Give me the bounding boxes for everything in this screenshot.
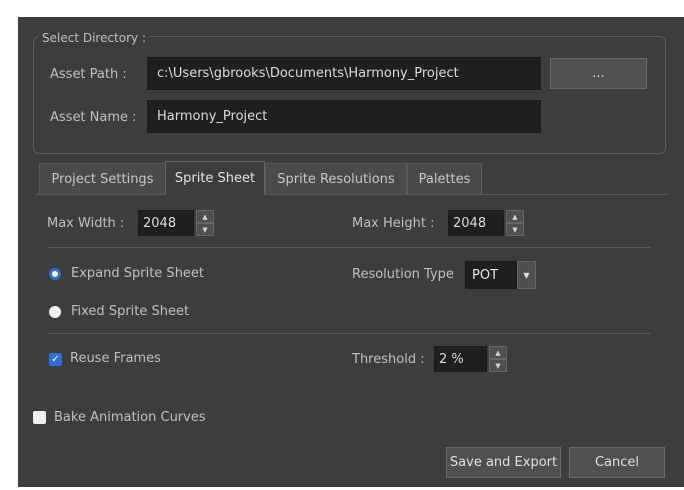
browse-button[interactable]: ... (550, 58, 647, 89)
cancel-button[interactable]: Cancel (569, 447, 665, 478)
checkmark-icon: ✓ (51, 353, 60, 365)
expand-sprite-sheet-label[interactable]: Expand Sprite Sheet (71, 266, 204, 281)
max-height-input[interactable]: 2048 (448, 210, 504, 236)
tab-project-settings[interactable]: Project Settings (39, 163, 166, 194)
resolution-type-value[interactable]: POT (465, 261, 517, 289)
asset-name-field[interactable]: Harmony_Project (147, 100, 541, 133)
resolution-type-dropdown[interactable]: POT ▼ (465, 261, 536, 289)
max-height-label: Max Height : (352, 216, 435, 231)
threshold-stepper: ▲ ▼ (489, 346, 507, 372)
max-width-down-icon[interactable]: ▼ (196, 223, 214, 236)
max-width-up-icon[interactable]: ▲ (196, 210, 214, 223)
chevron-down-icon[interactable]: ▼ (517, 261, 536, 289)
select-directory-group (33, 36, 666, 154)
reuse-frames-label[interactable]: Reuse Frames (70, 351, 161, 366)
max-height-spinbox: 2048 ▲ ▼ (448, 210, 524, 236)
resolution-type-label: Resolution Type (352, 267, 454, 282)
threshold-up-icon[interactable]: ▲ (489, 346, 507, 359)
separator (48, 333, 650, 334)
max-height-down-icon[interactable]: ▼ (506, 223, 524, 236)
select-directory-title: Select Directory : (38, 31, 150, 45)
max-width-spinbox: 2048 ▲ ▼ (138, 210, 214, 236)
tab-sprite-resolutions[interactable]: Sprite Resolutions (265, 163, 407, 194)
threshold-down-icon[interactable]: ▼ (489, 359, 507, 372)
tab-palettes[interactable]: Palettes (407, 163, 482, 194)
separator (48, 247, 650, 248)
fixed-sprite-sheet-radio[interactable] (49, 306, 61, 318)
threshold-label: Threshold : (352, 352, 425, 367)
max-width-input[interactable]: 2048 (138, 210, 194, 236)
tab-sprite-sheet[interactable]: Sprite Sheet (165, 161, 265, 195)
tab-baseline (35, 194, 667, 195)
threshold-spinbox: 2 % ▲ ▼ (434, 346, 507, 372)
max-width-label: Max Width : (47, 216, 125, 231)
bake-animation-curves-label[interactable]: Bake Animation Curves (54, 410, 206, 425)
threshold-input[interactable]: 2 % (434, 346, 487, 372)
asset-path-field[interactable]: c:\Users\gbrooks\Documents\Harmony_Proje… (147, 57, 541, 90)
fixed-sprite-sheet-label[interactable]: Fixed Sprite Sheet (71, 304, 189, 319)
max-width-stepper: ▲ ▼ (196, 210, 214, 236)
asset-path-label: Asset Path : (50, 67, 127, 82)
reuse-frames-checkbox[interactable]: ✓ (49, 353, 62, 366)
export-dialog: Select Directory : Asset Path : c:\Users… (18, 17, 684, 487)
max-height-up-icon[interactable]: ▲ (506, 210, 524, 223)
bake-animation-curves-checkbox[interactable] (33, 411, 46, 424)
asset-name-label: Asset Name : (50, 110, 137, 125)
save-and-export-button[interactable]: Save and Export (446, 447, 561, 478)
max-height-stepper: ▲ ▼ (506, 210, 524, 236)
expand-sprite-sheet-radio[interactable] (49, 268, 61, 280)
